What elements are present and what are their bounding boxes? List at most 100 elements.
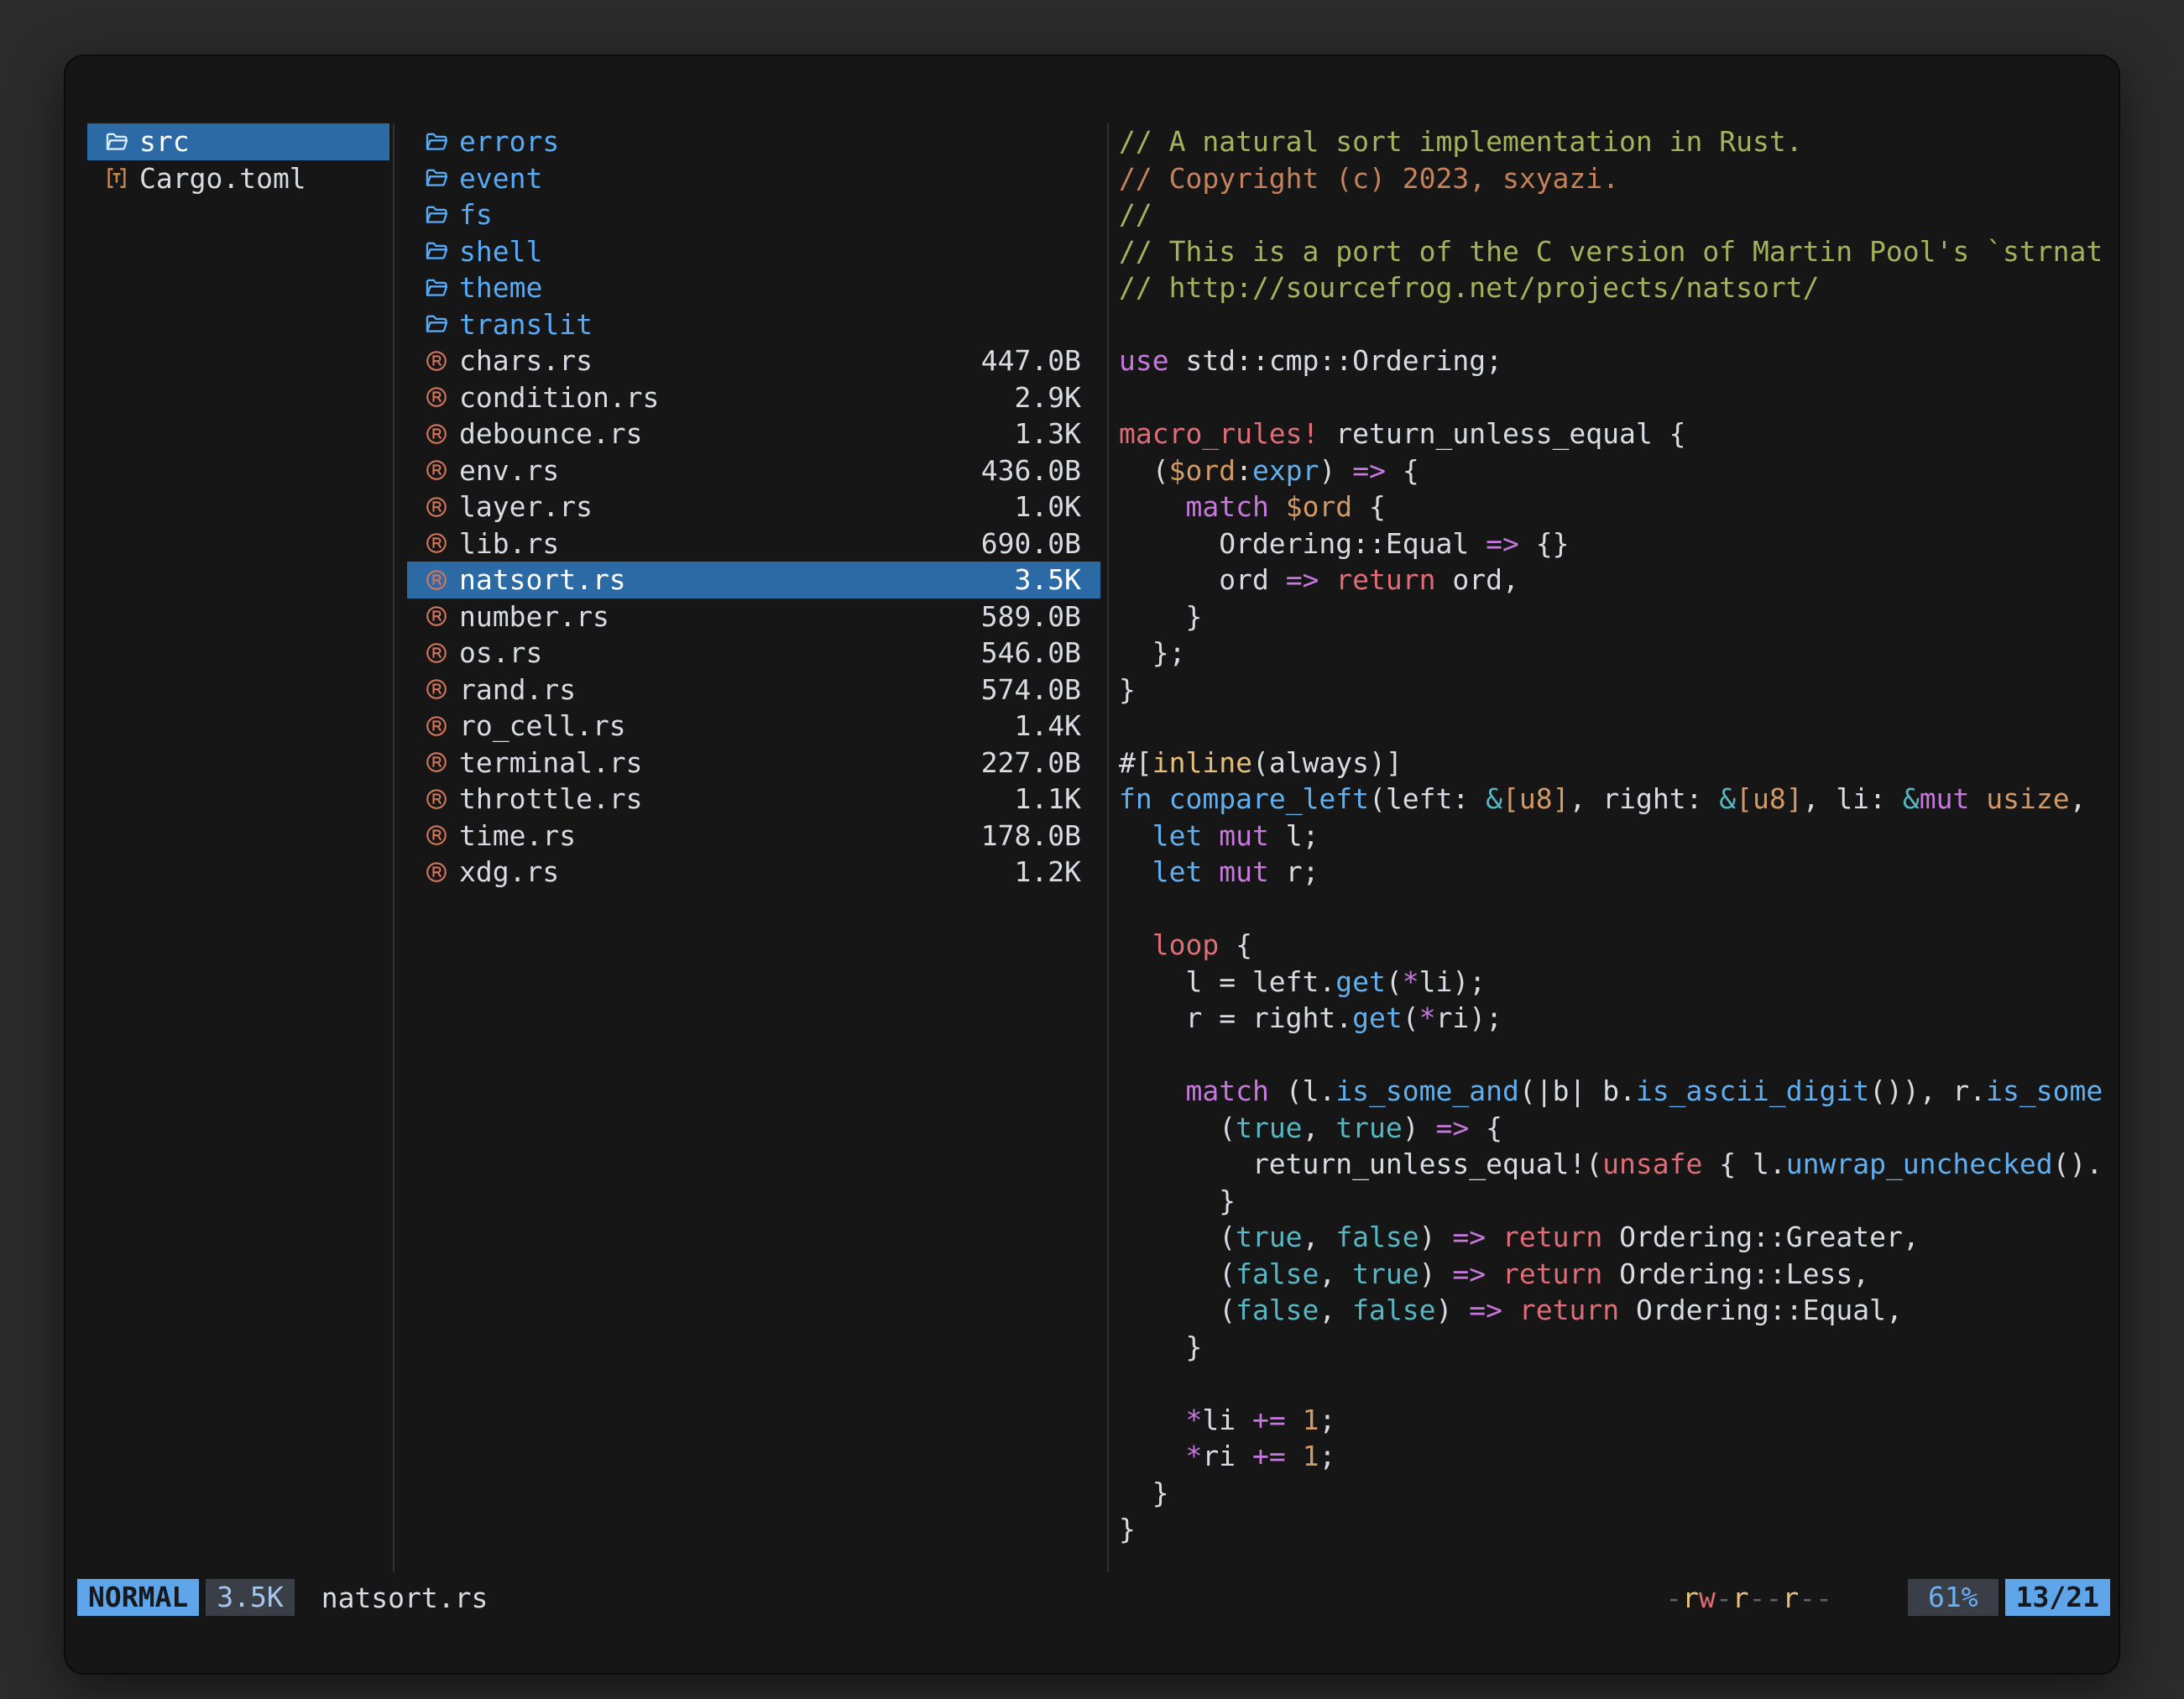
rust-file-icon [424, 384, 449, 410]
code-token: & [1486, 782, 1502, 815]
code-token: ; [1319, 1404, 1335, 1436]
file-row-ro_cell.rs[interactable]: ro_cell.rs1.4K [407, 708, 1100, 745]
code-token: macro_rules! [1119, 417, 1319, 450]
file-row-theme[interactable]: theme [407, 269, 1100, 306]
file-name: Cargo.toml [139, 162, 306, 195]
file-row-terminal.rs[interactable]: terminal.rs227.0B [407, 745, 1100, 782]
code-token: * [1185, 1404, 1202, 1436]
file-row-layer.rs[interactable]: layer.rs1.0K [407, 489, 1100, 525]
file-row-event[interactable]: event [407, 160, 1100, 197]
code-line [1119, 1037, 2119, 1074]
code-line: } [1119, 1183, 2119, 1220]
code-token: , right: [1569, 782, 1719, 815]
code-line [1119, 708, 2119, 745]
permission-char: - [1766, 1581, 1783, 1614]
code-line: r = right.get(*ri); [1119, 1000, 2119, 1037]
file-name: env.rs [459, 454, 559, 487]
file-row-src[interactable]: src [87, 123, 389, 160]
code-token: } [1119, 1330, 1202, 1363]
file-size: 1.1K [1015, 782, 1081, 815]
folder-icon [424, 238, 449, 264]
file-row-env.rs[interactable]: env.rs436.0B [407, 452, 1100, 489]
code-token: is_some [1986, 1074, 2103, 1107]
code-token: (). [2053, 1147, 2103, 1180]
file-row-throttle.rs[interactable]: throttle.rs1.1K [407, 781, 1100, 818]
code-token: ) [1403, 1111, 1436, 1144]
code-token [1119, 819, 1152, 852]
code-token: += [1252, 1404, 1286, 1436]
code-token: , [1303, 1111, 1336, 1144]
code-token: unsafe [1602, 1147, 1702, 1180]
code-line: loop { [1119, 927, 2119, 964]
code-line: macro_rules! return_unless_equal { [1119, 416, 2119, 452]
code-token: 1 [1303, 1440, 1319, 1472]
file-row-chars.rs[interactable]: chars.rs447.0B [407, 342, 1100, 379]
permission-char: - [1749, 1581, 1766, 1614]
code-line: // This is a port of the C version of Ma… [1119, 233, 2119, 270]
code-line [1119, 306, 2119, 343]
file-name: layer.rs [459, 490, 593, 523]
pane-separator-left [393, 123, 394, 1572]
code-token: [u8] [1736, 782, 1802, 815]
code-token: // http://sourcefrog.net/projects/natsor… [1119, 271, 1819, 304]
code-token [1119, 1440, 1185, 1472]
file-name: condition.rs [459, 381, 659, 414]
code-token: 1 [1303, 1404, 1319, 1436]
file-size: 1.3K [1015, 417, 1081, 450]
code-token: true [1236, 1221, 1302, 1253]
file-name: errors [459, 125, 559, 158]
file-row-lib.rs[interactable]: lib.rs690.0B [407, 525, 1100, 562]
code-line: l = left.get(*li); [1119, 964, 2119, 1001]
code-token: return [1502, 1257, 1602, 1290]
file-row-debounce.rs[interactable]: debounce.rs1.3K [407, 416, 1100, 452]
file-row-rand.rs[interactable]: rand.rs 574.0B [407, 672, 1100, 708]
file-name: xdg.rs [459, 855, 559, 888]
code-line: } [1119, 599, 2119, 635]
file-row-time.rs[interactable]: time.rs178.0B [407, 818, 1100, 855]
rust-file-icon [424, 348, 449, 374]
code-token: // This is a port of the C version of Ma… [1119, 235, 2103, 268]
code-token: use [1119, 344, 1169, 377]
preview-pane: // A natural sort implementation in Rust… [1119, 123, 2119, 1572]
file-size: 546.0B [981, 636, 1081, 669]
code-token: ( [1119, 1257, 1236, 1290]
code-token: ( [1403, 1001, 1419, 1034]
code-token: // [1119, 198, 1152, 231]
file-name: number.rs [459, 600, 609, 633]
code-token: ( [1119, 1294, 1236, 1326]
code-token: false [1236, 1294, 1319, 1326]
code-token: (|b| b. [1519, 1074, 1636, 1107]
file-row-shell[interactable]: shell [407, 233, 1100, 270]
file-row-Cargo.toml[interactable]: Cargo.toml [87, 160, 389, 197]
file-row-translit[interactable]: translit [407, 306, 1100, 343]
code-token: => [1469, 1294, 1502, 1326]
percent-badge: 61% [1908, 1579, 1999, 1616]
code-token: loop [1152, 928, 1219, 961]
file-size: 574.0B [981, 673, 1081, 706]
permissions: -rw-r--r-- [1665, 1581, 1832, 1614]
file-row-number.rs[interactable]: number.rs589.0B [407, 599, 1100, 635]
rust-file-icon [424, 421, 449, 447]
code-line: Ordering::Equal => {} [1119, 525, 2119, 562]
file-row-condition.rs[interactable]: condition.rs2.9K [407, 379, 1100, 416]
code-token: ) [1419, 1257, 1453, 1290]
position-badge: 13/21 [2005, 1579, 2110, 1616]
code-token [1486, 1221, 1502, 1253]
file-row-fs[interactable]: fs [407, 196, 1100, 233]
code-line: } [1119, 1511, 2119, 1548]
file-size: 447.0B [981, 344, 1081, 377]
file-row-natsort.rs[interactable]: natsort.rs3.5K [407, 562, 1100, 599]
code-token: ) [1436, 1294, 1470, 1326]
code-line: (true, false) => return Ordering::Greate… [1119, 1219, 2119, 1256]
rust-file-icon [424, 750, 449, 775]
code-line: let mut r; [1119, 854, 2119, 891]
file-size: 690.0B [981, 527, 1081, 560]
code-token: , [1303, 1221, 1336, 1253]
file-row-os.rs[interactable]: os.rs546.0B [407, 635, 1100, 672]
folder-icon [424, 311, 449, 337]
status-bar: NORMAL 3.5K natsort.rs -rw-r--r-- 61% 13… [65, 1579, 2119, 1616]
code-line: (true, true) => { [1119, 1110, 2119, 1147]
file-row-errors[interactable]: errors [407, 123, 1100, 160]
file-row-xdg.rs[interactable]: xdg.rs1.2K [407, 854, 1100, 891]
file-name: rand.rs [459, 673, 576, 706]
